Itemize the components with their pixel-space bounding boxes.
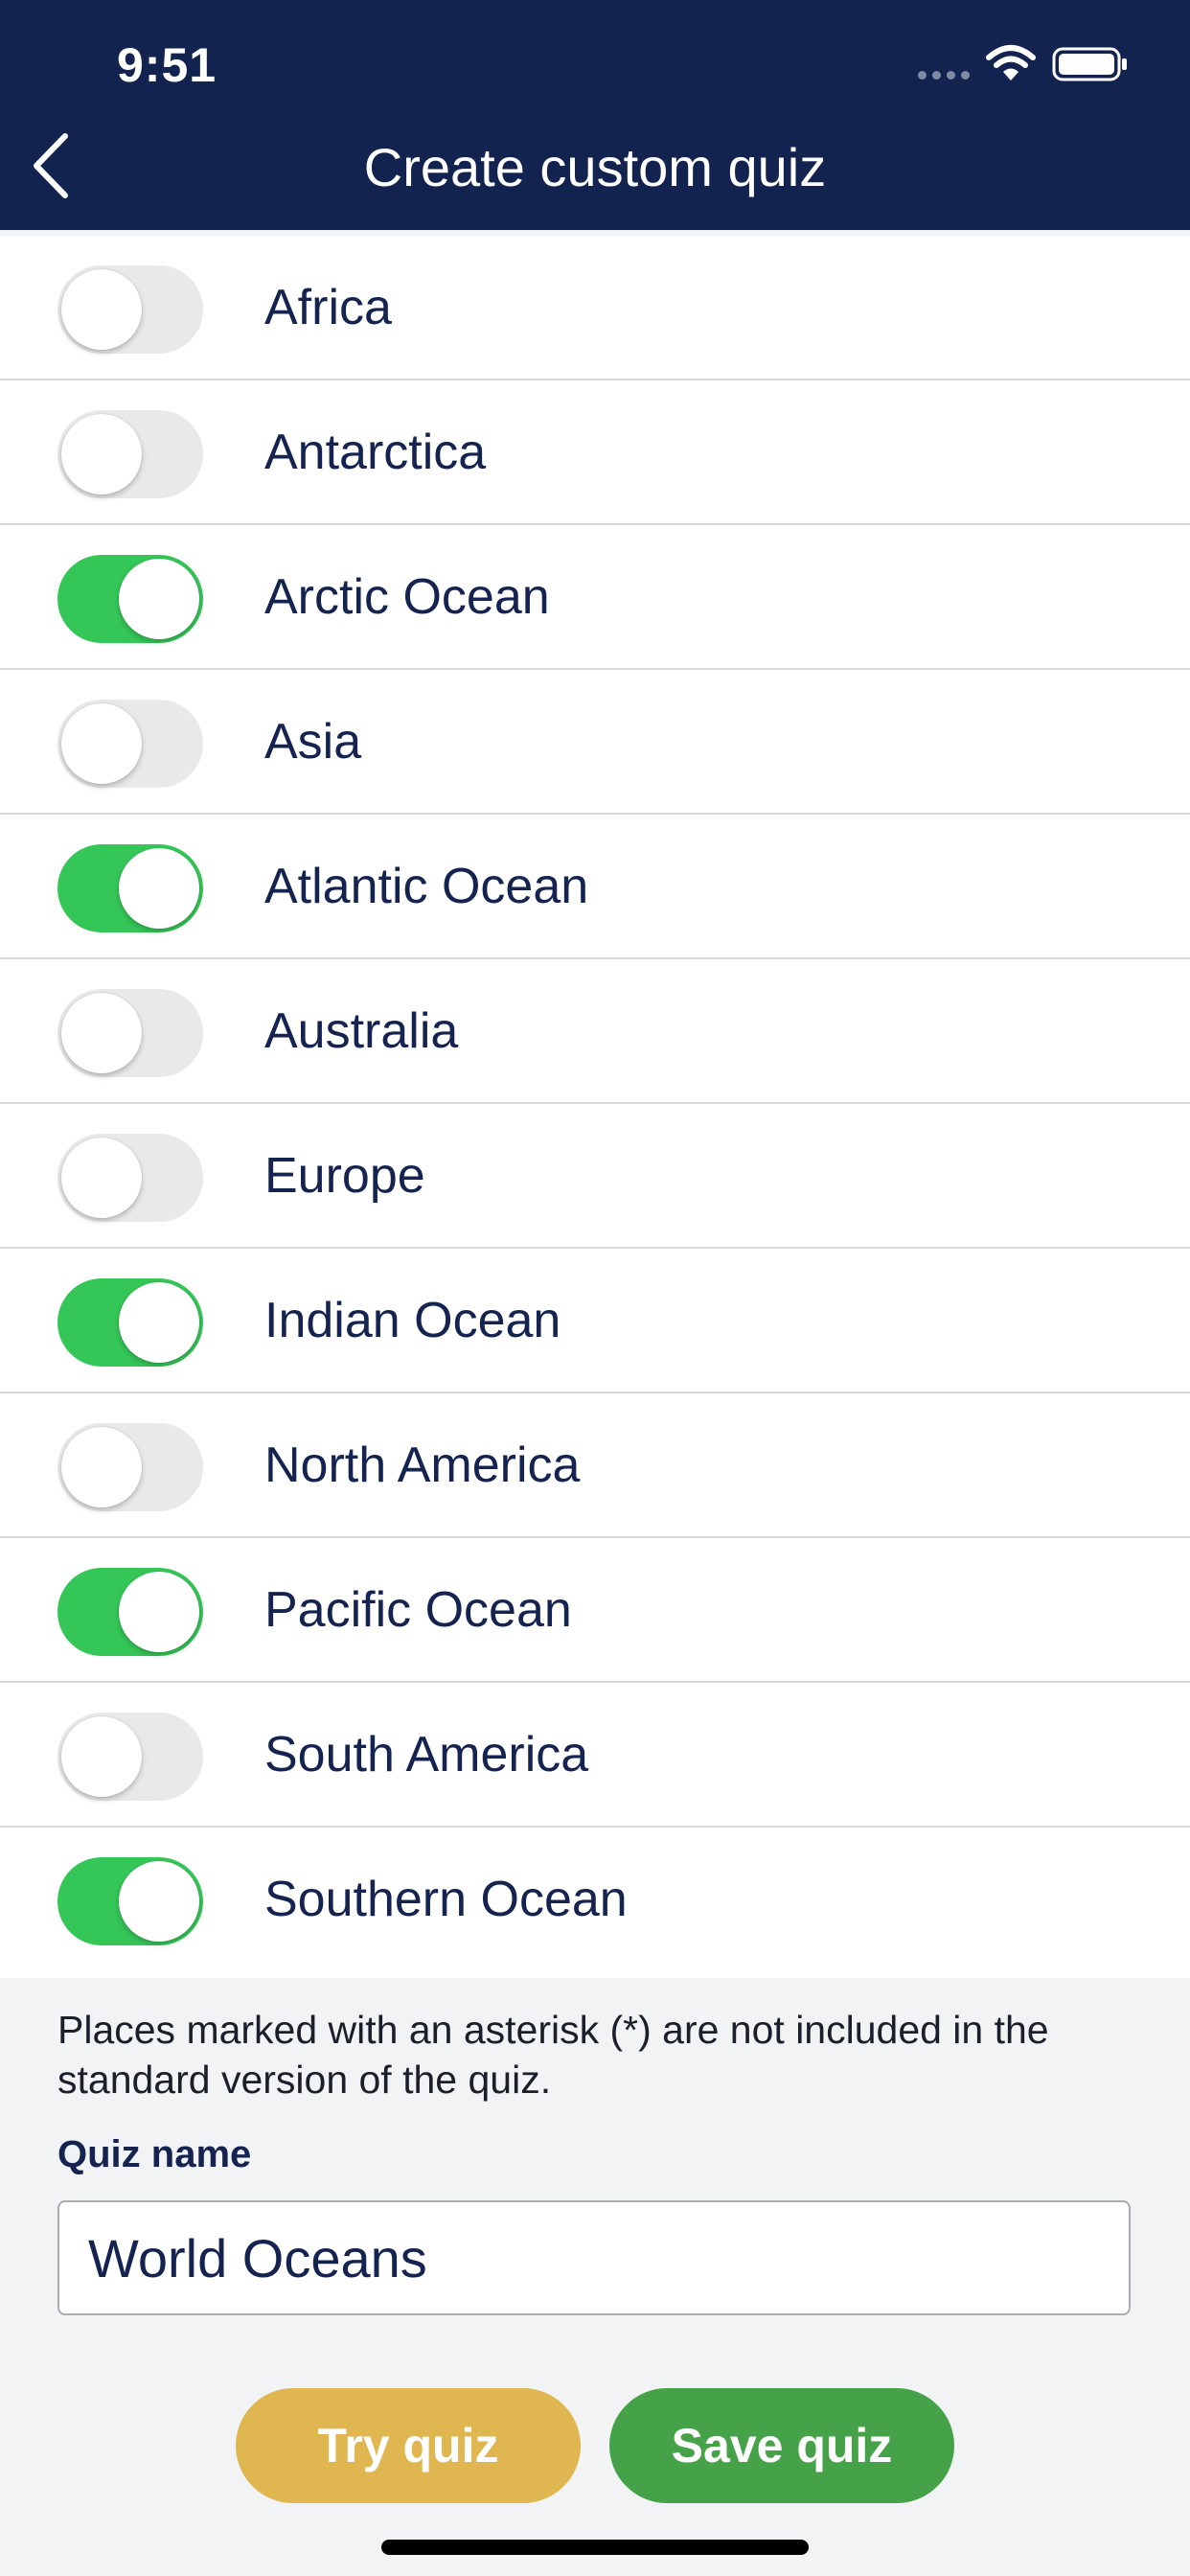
toggle-knob [119, 848, 199, 929]
cellular-signal-icon [918, 71, 970, 80]
toggle-knob [119, 1282, 199, 1363]
home-indicator [381, 2540, 809, 2555]
toggle-switch[interactable] [57, 700, 203, 788]
list-item-label: Atlantic Ocean [264, 859, 589, 914]
list-item-north-america: North America [0, 1393, 1190, 1538]
toggle-knob [61, 414, 142, 494]
list-item-europe: Europe [0, 1104, 1190, 1249]
toggle-knob [119, 1861, 199, 1942]
toggle-knob [61, 993, 142, 1073]
list-item-label: South America [264, 1727, 589, 1782]
region-toggle-list: Africa Antarctica Arctic Ocean Asia Atla… [0, 236, 1190, 1978]
list-item-label: Europe [264, 1148, 425, 1204]
toggle-knob [61, 1138, 142, 1218]
list-item-label: Asia [264, 714, 362, 770]
wifi-icon [986, 45, 1036, 80]
list-item-label: Africa [264, 280, 392, 335]
list-item-southern-ocean: Southern Ocean [0, 1828, 1190, 1978]
try-quiz-button[interactable]: Try quiz [236, 2388, 581, 2503]
list-item-label: Antarctica [264, 425, 487, 480]
toggle-switch[interactable] [57, 555, 203, 643]
list-item-label: Southern Ocean [264, 1872, 628, 1927]
list-item-indian-ocean: Indian Ocean [0, 1249, 1190, 1393]
toggle-switch[interactable] [57, 989, 203, 1077]
toggle-switch[interactable] [57, 844, 203, 932]
toggle-knob [61, 1427, 142, 1507]
list-item-pacific-ocean: Pacific Ocean [0, 1538, 1190, 1683]
list-item-atlantic-ocean: Atlantic Ocean [0, 815, 1190, 959]
list-item-label: Indian Ocean [264, 1293, 561, 1348]
toggle-switch[interactable] [57, 1278, 203, 1367]
battery-icon [1052, 47, 1127, 81]
list-item-australia: Australia [0, 959, 1190, 1104]
list-item-label: Arctic Ocean [264, 569, 550, 625]
toggle-switch[interactable] [57, 410, 203, 498]
list-item-label: North America [264, 1438, 581, 1493]
save-quiz-button[interactable]: Save quiz [609, 2388, 954, 2503]
list-item-asia: Asia [0, 670, 1190, 815]
toggle-knob [61, 269, 142, 350]
toggle-knob [61, 1716, 142, 1797]
quiz-name-input[interactable] [57, 2200, 1131, 2315]
toggle-switch[interactable] [57, 1423, 203, 1511]
toggle-switch[interactable] [57, 1857, 203, 1945]
list-item-africa: Africa [0, 236, 1190, 380]
nav-header: 9:51 Create custom quiz [0, 0, 1190, 230]
toggle-knob [61, 703, 142, 784]
list-item-label: Australia [264, 1003, 459, 1059]
list-item-arctic-ocean: Arctic Ocean [0, 525, 1190, 670]
toggle-knob [119, 559, 199, 639]
toggle-switch[interactable] [57, 1713, 203, 1801]
list-item-antarctica: Antarctica [0, 380, 1190, 525]
list-item-south-america: South America [0, 1683, 1190, 1828]
toggle-switch[interactable] [57, 265, 203, 354]
toggle-switch[interactable] [57, 1568, 203, 1656]
asterisk-note: Places marked with an asterisk (*) are n… [57, 2008, 1049, 2102]
status-time: 9:51 [117, 38, 217, 92]
list-item-label: Pacific Ocean [264, 1582, 572, 1638]
quiz-name-label: Quiz name [57, 2133, 252, 2175]
toggle-knob [119, 1572, 199, 1652]
page-title: Create custom quiz [363, 137, 827, 197]
toggle-switch[interactable] [57, 1134, 203, 1222]
